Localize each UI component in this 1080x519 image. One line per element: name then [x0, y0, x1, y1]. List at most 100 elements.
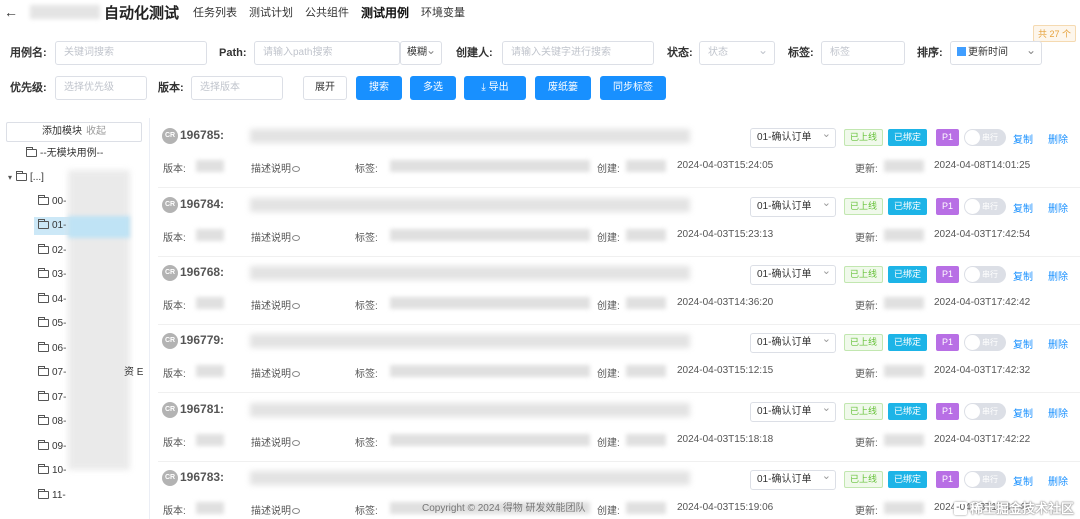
tags-label: 标签:	[355, 301, 378, 312]
collapse-link[interactable]: 收起	[86, 126, 106, 137]
delete-link[interactable]: 删除	[1048, 336, 1068, 351]
stage-select[interactable]: 01-确认订单	[750, 467, 836, 490]
nav-test-plan[interactable]: 测试计划	[249, 4, 293, 21]
sync-tags-button[interactable]: 同步标签	[600, 76, 666, 100]
tree-item-05[interactable]: 05-	[38, 315, 66, 333]
eye-icon[interactable]	[292, 508, 300, 514]
tree-item-07a[interactable]: 07-	[38, 364, 66, 382]
folder-icon	[38, 415, 49, 425]
stage-select[interactable]: 01-确认订单	[750, 399, 836, 422]
tree-item-label: 06-	[52, 343, 67, 354]
tree-item-00[interactable]: 00-	[38, 193, 66, 211]
description-label: 描述说明	[251, 502, 300, 517]
blurred-updater	[884, 365, 924, 377]
serial-toggle[interactable]: 串行	[964, 334, 1006, 351]
export-button[interactable]: ⤓ 导出	[464, 76, 526, 100]
case-row[interactable]: CR196785: 01-确认订单已上线已绑定 P1 串行 复制删除版本: 描述说明 标签:…	[158, 120, 1080, 188]
stage-select[interactable]: 01-确认订单	[750, 194, 836, 217]
case-id[interactable]: 196779:	[180, 333, 224, 347]
status-select[interactable]: 状态	[699, 41, 775, 65]
stage-select[interactable]: 01-确认订单	[750, 262, 836, 285]
trash-button[interactable]: 废纸篓	[535, 76, 591, 100]
path-mode-select[interactable]: 模糊	[400, 39, 442, 65]
case-row[interactable]: CR196783: 01-确认订单已上线已绑定 P1 串行 复制删除版本: 描述说明 标签:…	[158, 462, 1080, 519]
tree-item-08[interactable]: 08-	[38, 413, 66, 431]
search-button[interactable]: 搜索	[356, 76, 402, 100]
eye-icon[interactable]	[292, 371, 300, 377]
sort-select[interactable]: 更新时间	[950, 39, 1042, 65]
serial-label: 串行	[982, 202, 998, 211]
delete-link[interactable]: 删除	[1048, 131, 1068, 146]
nav-public-components[interactable]: 公共组件	[305, 4, 349, 21]
multi-select-button[interactable]: 多选	[410, 76, 456, 100]
copy-link[interactable]: 复制	[1013, 131, 1033, 146]
folder-icon	[38, 464, 49, 474]
serial-toggle[interactable]: 串行	[964, 266, 1006, 283]
tree-item-09[interactable]: 09-	[38, 438, 66, 456]
case-id[interactable]: 196781:	[180, 402, 224, 416]
path-input[interactable]: 请输入path搜索	[254, 41, 400, 65]
eye-icon[interactable]	[292, 166, 300, 172]
tree-item-label: 07-	[52, 392, 67, 403]
cr-badge: CR	[162, 197, 178, 213]
copy-link[interactable]: 复制	[1013, 200, 1033, 215]
tree-item-06[interactable]: 06-	[38, 340, 66, 358]
case-id[interactable]: 196783:	[180, 470, 224, 484]
nav-task-list[interactable]: 任务列表	[193, 4, 237, 21]
blurred-module-names	[68, 170, 130, 470]
cr-badge: CR	[162, 470, 178, 486]
stage-select[interactable]: 01-确认订单	[750, 125, 836, 148]
blurred-version	[196, 434, 224, 446]
path-label: Path:	[219, 47, 247, 59]
tree-item-03[interactable]: 03-	[38, 266, 66, 284]
version-label: 版本:	[163, 506, 186, 517]
case-id[interactable]: 196768:	[180, 265, 224, 279]
copy-link[interactable]: 复制	[1013, 268, 1033, 283]
expand-button[interactable]: 展开	[303, 76, 347, 100]
case-row[interactable]: CR196779: 01-确认订单已上线已绑定 P1 串行 复制删除版本: 描述说明 标签:…	[158, 325, 1080, 393]
add-module-button[interactable]: 添加模块 收起	[6, 122, 142, 142]
serial-toggle[interactable]: 串行	[964, 129, 1006, 146]
stage-select[interactable]: 01-确认订单	[750, 330, 836, 353]
case-row[interactable]: CR196768: 01-确认订单已上线已绑定 P1 串行 复制删除版本: 描述说明 标签:…	[158, 257, 1080, 325]
nav-env-vars[interactable]: 环境变量	[421, 4, 465, 21]
toggle-knob	[965, 267, 980, 282]
delete-link[interactable]: 删除	[1048, 473, 1068, 488]
copy-link[interactable]: 复制	[1013, 405, 1033, 420]
folder-icon	[38, 342, 49, 352]
serial-toggle[interactable]: 串行	[964, 471, 1006, 488]
case-id[interactable]: 196784:	[180, 197, 224, 211]
delete-link[interactable]: 删除	[1048, 200, 1068, 215]
tree-item-10[interactable]: 10-	[38, 462, 66, 480]
tree-item-11[interactable]: 11-	[38, 487, 66, 505]
eye-icon[interactable]	[292, 235, 300, 241]
case-id[interactable]: 196785:	[180, 128, 224, 142]
copy-link[interactable]: 复制	[1013, 336, 1033, 351]
version-label: 版本:	[163, 164, 186, 175]
tag-select[interactable]: 标签	[821, 41, 905, 65]
version-select[interactable]: 选择版本	[191, 76, 283, 100]
serial-toggle[interactable]: 串行	[964, 198, 1006, 215]
delete-link[interactable]: 删除	[1048, 405, 1068, 420]
arrow-left-icon[interactable]: ←	[2, 4, 20, 20]
tree-item-07b[interactable]: 07-	[38, 389, 66, 407]
eye-icon[interactable]	[292, 303, 300, 309]
eye-icon[interactable]	[292, 440, 300, 446]
tree-item-02[interactable]: 02-	[38, 242, 66, 260]
delete-link[interactable]: 删除	[1048, 268, 1068, 283]
case-row[interactable]: CR196781: 01-确认订单已上线已绑定 P1 串行 复制删除版本: 描述说明 标签:…	[158, 394, 1080, 462]
tree-item-no-module[interactable]: --无模块用例--	[26, 145, 103, 163]
case-name-input[interactable]: 关键词搜索	[55, 41, 207, 65]
sort-icon	[957, 47, 966, 56]
description-label: 描述说明	[251, 434, 300, 449]
priority-select[interactable]: 选择优先级	[55, 76, 147, 100]
serial-toggle[interactable]: 串行	[964, 403, 1006, 420]
tree-item-root[interactable]: ▾ [...]	[8, 169, 44, 187]
tree-item-04[interactable]: 04-	[38, 291, 66, 309]
nav-test-cases[interactable]: 测试用例	[361, 4, 409, 21]
case-row[interactable]: CR196784: 01-确认订单已上线已绑定 P1 串行 复制删除版本: 描述说明 标签:…	[158, 189, 1080, 257]
page-title: 自动化测试	[104, 4, 180, 22]
creator-input[interactable]: 请输入关键字进行搜索	[502, 41, 654, 65]
copy-link[interactable]: 复制	[1013, 473, 1033, 488]
serial-label: 串行	[982, 407, 998, 416]
